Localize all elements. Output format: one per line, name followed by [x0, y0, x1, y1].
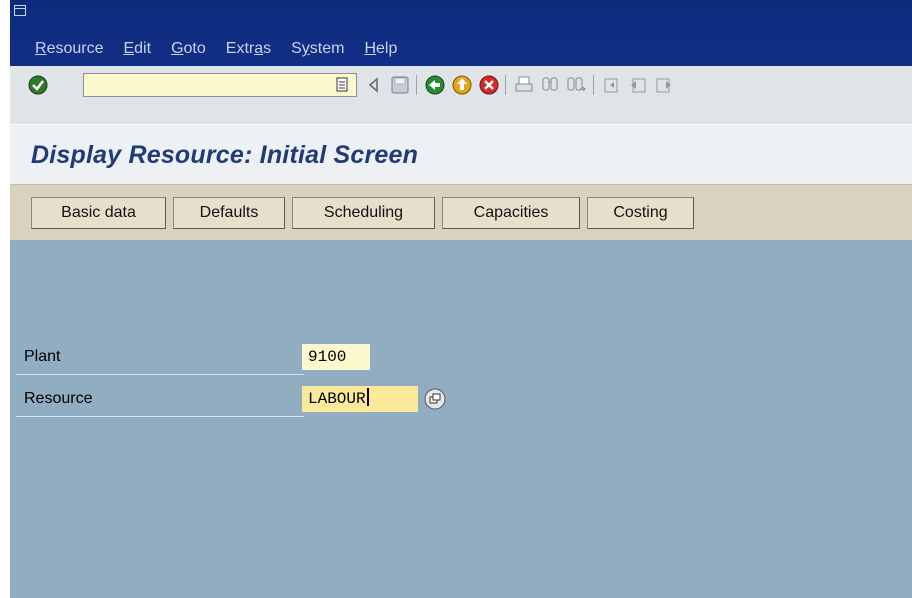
enter-icon[interactable]	[27, 74, 49, 96]
back-icon[interactable]	[424, 74, 446, 96]
menu-item[interactable]: Edit	[123, 40, 151, 58]
previous-page-icon[interactable]	[627, 74, 649, 96]
menu-item-mnemonic: E	[123, 40, 135, 57]
defaults-button[interactable]: Defaults	[173, 197, 285, 229]
menu-item[interactable]: System	[291, 40, 344, 58]
search-help-icon[interactable]	[424, 388, 446, 410]
back-triangle-icon[interactable]	[363, 74, 385, 96]
scheduling-button[interactable]: Scheduling	[292, 197, 435, 229]
sap-window: Resource Edit Goto Extras System Help Di…	[10, 0, 912, 598]
command-field[interactable]	[83, 73, 357, 97]
basic-data-button[interactable]: Basic data	[31, 197, 166, 229]
toolbar-separator	[416, 75, 417, 95]
menu-items: Resource Edit Goto Extras System Help	[35, 40, 417, 58]
save-icon[interactable]	[389, 74, 411, 96]
menu-item-text-post: esource	[46, 40, 104, 57]
resource-label: Resource	[24, 390, 93, 407]
menu-item[interactable]: Help	[364, 40, 397, 58]
resource-field[interactable]: LABOUR	[302, 386, 418, 412]
resource-value: LABOUR	[308, 390, 366, 408]
menu-item-text-post: elp	[376, 40, 398, 57]
next-page-icon[interactable]	[653, 74, 675, 96]
cancel-icon[interactable]	[478, 74, 500, 96]
menu-item[interactable]: Goto	[171, 40, 206, 58]
exit-icon[interactable]	[451, 74, 473, 96]
toolbar-separator	[505, 75, 506, 95]
toolbar-separator	[593, 75, 594, 95]
menu-item[interactable]: Extras	[226, 40, 271, 58]
print-icon[interactable]	[513, 74, 535, 96]
menu-item-text-post: s	[263, 40, 272, 57]
menu-item-mnemonic: y	[301, 40, 310, 57]
menu-item-mnemonic: R	[35, 40, 47, 57]
menu-item-text-pre: S	[291, 40, 302, 57]
text-cursor	[366, 388, 369, 406]
menu-item-mnemonic: a	[254, 40, 264, 57]
menu-item[interactable]: Resource	[35, 40, 103, 58]
first-page-icon[interactable]	[601, 74, 623, 96]
plant-label: Plant	[24, 348, 61, 365]
menu-item-text-post: dit	[134, 40, 152, 57]
system-menu-icon[interactable]	[14, 5, 26, 16]
resource-label-underline	[16, 416, 304, 417]
history-icon[interactable]	[331, 74, 353, 96]
find-next-icon[interactable]	[565, 74, 587, 96]
capacities-button[interactable]: Capacities	[442, 197, 580, 229]
menu-item-text-post: oto	[183, 40, 206, 57]
menu-item-mnemonic: G	[171, 40, 184, 57]
menu-item-text-post: stem	[309, 40, 345, 57]
page-title: Display Resource: Initial Screen	[31, 141, 419, 169]
menu-item-text-pre: Extr	[225, 40, 255, 57]
costing-button[interactable]: Costing	[587, 197, 694, 229]
plant-label-underline	[16, 374, 304, 375]
find-icon[interactable]	[539, 74, 561, 96]
menu-bar: Resource Edit Goto Extras System Help	[10, 0, 912, 66]
plant-field[interactable]: 9100	[302, 344, 370, 370]
menu-item-mnemonic: H	[364, 40, 377, 57]
work-area	[10, 240, 912, 598]
